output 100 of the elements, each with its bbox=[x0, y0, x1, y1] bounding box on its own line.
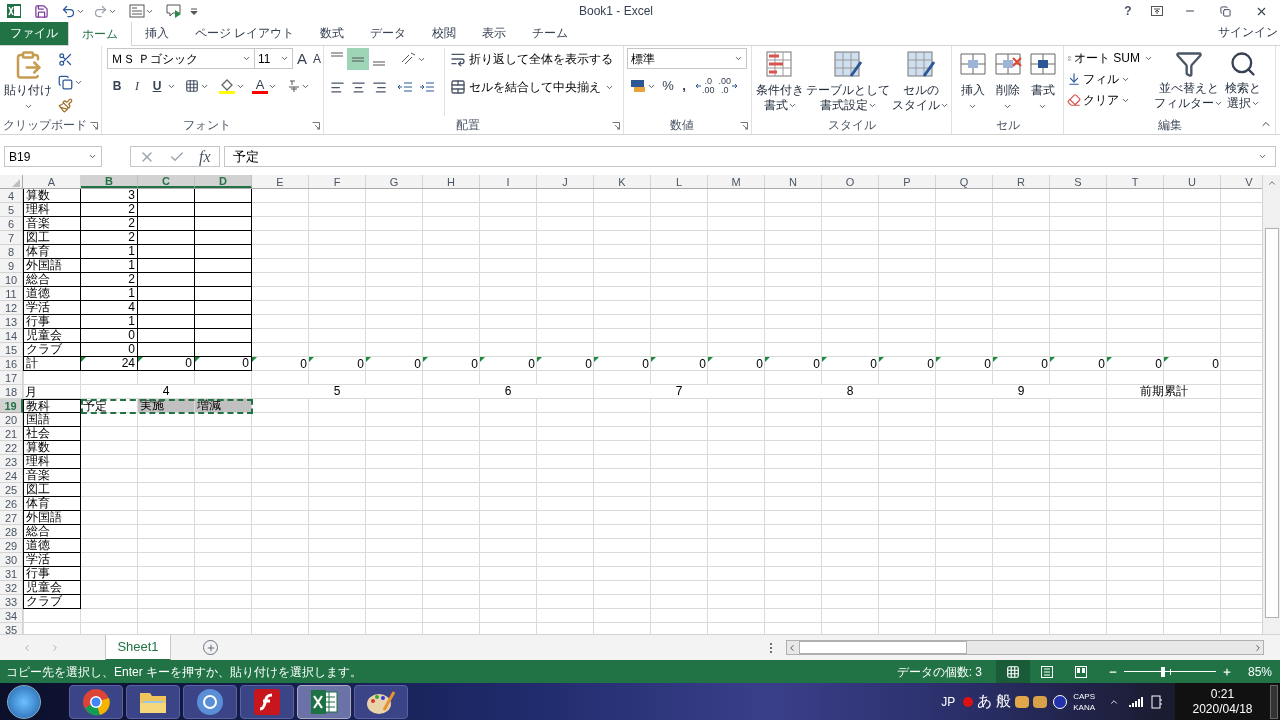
grow-font-button[interactable]: A bbox=[297, 51, 307, 66]
column-header[interactable]: N bbox=[765, 175, 822, 188]
row-header[interactable]: 27 bbox=[0, 511, 23, 525]
column-header[interactable]: O bbox=[822, 175, 879, 188]
row-header[interactable]: 25 bbox=[0, 483, 23, 497]
cell-button[interactable]: 挿入 bbox=[956, 48, 989, 118]
row-header[interactable]: 32 bbox=[0, 581, 23, 595]
style-button[interactable]: テーブルとして 書式設定 bbox=[805, 48, 891, 118]
taskbar-app[interactable] bbox=[297, 684, 351, 719]
row-header[interactable]: 20 bbox=[0, 413, 23, 427]
ribbon-tab[interactable]: 表示 bbox=[469, 21, 520, 45]
row-header[interactable]: 13 bbox=[0, 315, 23, 329]
file-tab[interactable]: ファイル bbox=[0, 21, 68, 45]
clear-button[interactable]: クリア bbox=[1067, 90, 1153, 110]
ribbon-tab[interactable]: ページ レイアウト bbox=[182, 21, 308, 45]
row-header[interactable]: 31 bbox=[0, 567, 23, 581]
zoom-reading[interactable]: 85% bbox=[1247, 662, 1272, 681]
style-button[interactable]: 条件付き 書式 bbox=[755, 48, 805, 118]
column-header[interactable]: C bbox=[138, 175, 195, 188]
taskbar-app[interactable] bbox=[240, 684, 294, 719]
form-icon[interactable] bbox=[129, 4, 145, 18]
power-plug-icon[interactable] bbox=[1151, 693, 1163, 710]
restore-icon[interactable] bbox=[1220, 5, 1231, 17]
dialog-launcher-icon[interactable] bbox=[740, 122, 748, 130]
column-header[interactable]: P bbox=[879, 175, 936, 188]
merge-center-button[interactable]: セルを結合して中央揃え bbox=[450, 76, 614, 98]
sort-filter-button[interactable]: 並べ替えと フィルター bbox=[1153, 48, 1224, 118]
row-header[interactable]: 19 bbox=[0, 399, 23, 413]
dialog-launcher-icon[interactable] bbox=[90, 122, 98, 130]
column-header[interactable]: K bbox=[594, 175, 651, 188]
column-header[interactable]: S bbox=[1050, 175, 1107, 188]
percent-button[interactable]: % bbox=[659, 75, 677, 97]
row-header[interactable]: 10 bbox=[0, 273, 23, 287]
ribbon-tab[interactable]: ホーム bbox=[68, 21, 132, 46]
autosum-button[interactable]: オート SUM bbox=[1067, 48, 1153, 68]
ribbon-tab[interactable]: 挿入 bbox=[132, 21, 182, 45]
language-indicator[interactable]: JP bbox=[941, 692, 956, 711]
scroll-left-icon[interactable] bbox=[787, 642, 797, 653]
row-header[interactable]: 5 bbox=[0, 203, 23, 217]
start-button[interactable] bbox=[7, 684, 41, 719]
ribbon-tab[interactable]: チーム bbox=[519, 21, 582, 45]
column-header[interactable]: D bbox=[195, 175, 252, 188]
row-header[interactable]: 24 bbox=[0, 469, 23, 483]
column-header[interactable]: Q bbox=[936, 175, 993, 188]
ribbon-tab[interactable]: 校閲 bbox=[419, 21, 470, 45]
column-header[interactable]: U bbox=[1164, 175, 1221, 188]
row-header[interactable]: 4 bbox=[0, 189, 23, 203]
taskbar-app[interactable] bbox=[126, 684, 180, 719]
zoom-slider[interactable] bbox=[1123, 665, 1216, 678]
find-select-button[interactable]: 検索と 選択 bbox=[1224, 48, 1262, 118]
clock-time[interactable]: 0:21 bbox=[1210, 686, 1235, 702]
number-format-field[interactable]: 標準 bbox=[627, 48, 747, 69]
help-button[interactable]: ? bbox=[1114, 2, 1142, 20]
scroll-right-icon[interactable] bbox=[1253, 642, 1263, 653]
column-header[interactable]: T bbox=[1107, 175, 1164, 188]
row-header[interactable]: 17 bbox=[0, 371, 23, 385]
ime-dictionary-indicator[interactable]: 般 bbox=[996, 690, 1012, 713]
row-header[interactable]: 6 bbox=[0, 217, 23, 231]
redo-icon[interactable] bbox=[93, 3, 108, 19]
row-header[interactable]: 18 bbox=[0, 385, 23, 399]
show-desktop-button[interactable] bbox=[1270, 684, 1278, 719]
row-header[interactable]: 12 bbox=[0, 301, 23, 315]
clock-date[interactable]: 2020/04/18 bbox=[1192, 701, 1253, 717]
row-header[interactable]: 21 bbox=[0, 427, 23, 441]
toolbox-icon[interactable] bbox=[1033, 695, 1048, 708]
row-header[interactable]: 7 bbox=[0, 231, 23, 245]
row-header[interactable]: 11 bbox=[0, 287, 23, 301]
save-icon[interactable] bbox=[34, 3, 49, 19]
sign-in-link[interactable]: サインイン bbox=[1218, 23, 1278, 41]
help-icon[interactable] bbox=[1053, 694, 1068, 709]
customize-icon[interactable] bbox=[190, 7, 198, 15]
ime-status-icon[interactable] bbox=[963, 696, 974, 707]
comma-button[interactable]: , bbox=[677, 75, 691, 97]
cell-button[interactable]: 削除 bbox=[991, 48, 1024, 118]
taskbar-app[interactable] bbox=[183, 684, 237, 719]
zoom-in-icon[interactable] bbox=[1221, 666, 1232, 677]
font-size-field[interactable]: 11 bbox=[255, 48, 293, 69]
vertical-scrollbar[interactable] bbox=[1262, 175, 1280, 634]
decrease-decimal-button[interactable]: .00 .0 bbox=[718, 75, 739, 97]
insert-function-button[interactable]: fx bbox=[199, 147, 211, 166]
taskbar-app[interactable] bbox=[69, 684, 123, 719]
shrink-font-button[interactable]: A bbox=[313, 52, 322, 65]
scroll-thumb[interactable] bbox=[1264, 228, 1279, 618]
column-header[interactable]: E bbox=[252, 175, 309, 188]
style-button[interactable]: セルの スタイル bbox=[891, 48, 950, 118]
row-header[interactable]: 26 bbox=[0, 497, 23, 511]
row-header[interactable]: 29 bbox=[0, 539, 23, 553]
column-header[interactable]: J bbox=[537, 175, 594, 188]
row-header[interactable]: 34 bbox=[0, 609, 23, 623]
bold-button[interactable]: B bbox=[107, 75, 127, 97]
horizontal-scrollbar[interactable] bbox=[786, 640, 1264, 655]
row-header[interactable]: 9 bbox=[0, 259, 23, 273]
row-header[interactable]: 14 bbox=[0, 329, 23, 343]
column-header[interactable]: B bbox=[81, 175, 138, 188]
increase-decimal-button[interactable]: .0 .00 bbox=[695, 75, 715, 97]
name-box[interactable]: B19 bbox=[4, 146, 102, 167]
column-header[interactable]: F bbox=[309, 175, 366, 188]
comment-play-icon[interactable] bbox=[166, 3, 182, 19]
zoom-thumb[interactable] bbox=[1160, 666, 1165, 677]
fill-button[interactable]: フィル bbox=[1067, 69, 1153, 89]
